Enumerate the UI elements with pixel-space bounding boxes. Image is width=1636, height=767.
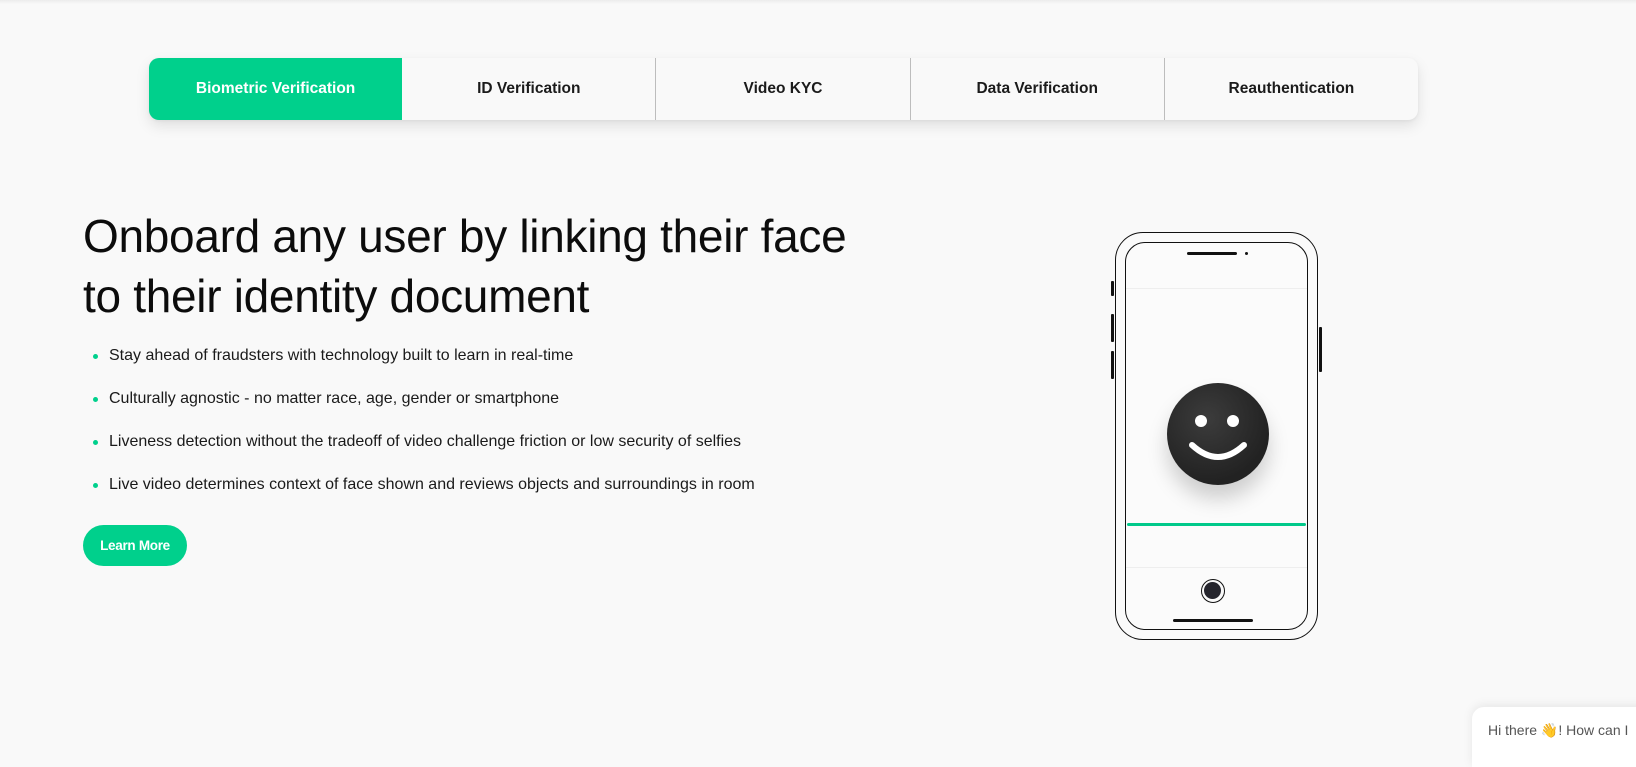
feature-text: Liveness detection without the tradeoff … [109,433,742,450]
chat-greeting-prefix: Hi there [1488,722,1541,738]
product-tabs: Biometric Verification ID Verification V… [149,58,1418,120]
hero-headline-line-2: to their identity document [83,270,590,322]
tab-reauthentication[interactable]: Reauthentication [1163,58,1418,120]
header-shadow [0,0,1636,4]
phone-home-bar [1173,619,1253,622]
phone-icon [1111,232,1322,640]
scan-line [1127,523,1306,526]
chat-greeting-suffix: ! How can I [1558,722,1629,738]
feature-item: Stay ahead of fraudsters with technology… [92,344,755,387]
screen-divider [1126,288,1307,289]
phone-volume-button [1111,281,1114,296]
tab-video-kyc[interactable]: Video KYC [655,58,909,120]
smiley-face-icon [1167,383,1269,485]
bullet-dot-icon [93,397,98,402]
hero-headline-line-1: Onboard any user by linking their face [83,210,847,262]
phone-home-button [1201,579,1225,603]
feature-text: Stay ahead of fraudsters with technology… [109,347,574,364]
tab-id-verification[interactable]: ID Verification [402,58,655,120]
bullet-dot-icon [93,440,98,445]
phone-volume-button [1111,351,1114,379]
wave-icon: 👋 [1540,722,1559,738]
chat-greeting: Hi there 👋! How can I [1488,722,1628,739]
phone-speaker [1187,252,1237,255]
tab-data-verification[interactable]: Data Verification [909,58,1164,120]
bullet-dot-icon [93,483,98,488]
phone-screen [1125,242,1308,630]
phone-volume-button [1111,314,1114,342]
screen-divider [1126,567,1307,568]
bullet-dot-icon [93,354,98,359]
chat-widget[interactable]: Hi there 👋! How can I [1472,707,1636,767]
phone-camera [1245,252,1248,255]
feature-item: Culturally agnostic - no matter race, ag… [92,387,755,430]
feature-text: Culturally agnostic - no matter race, ag… [109,390,560,407]
feature-list: Stay ahead of fraudsters with technology… [92,344,755,516]
feature-text: Live video determines context of face sh… [109,476,755,493]
phone-power-button [1319,327,1322,372]
feature-item: Live video determines context of face sh… [92,473,755,516]
hero-headline: Onboard any user by linking their face t… [83,206,963,326]
tab-biometric-verification[interactable]: Biometric Verification [149,58,403,120]
learn-more-button[interactable]: Learn More [83,525,187,566]
feature-item: Liveness detection without the tradeoff … [92,430,755,473]
